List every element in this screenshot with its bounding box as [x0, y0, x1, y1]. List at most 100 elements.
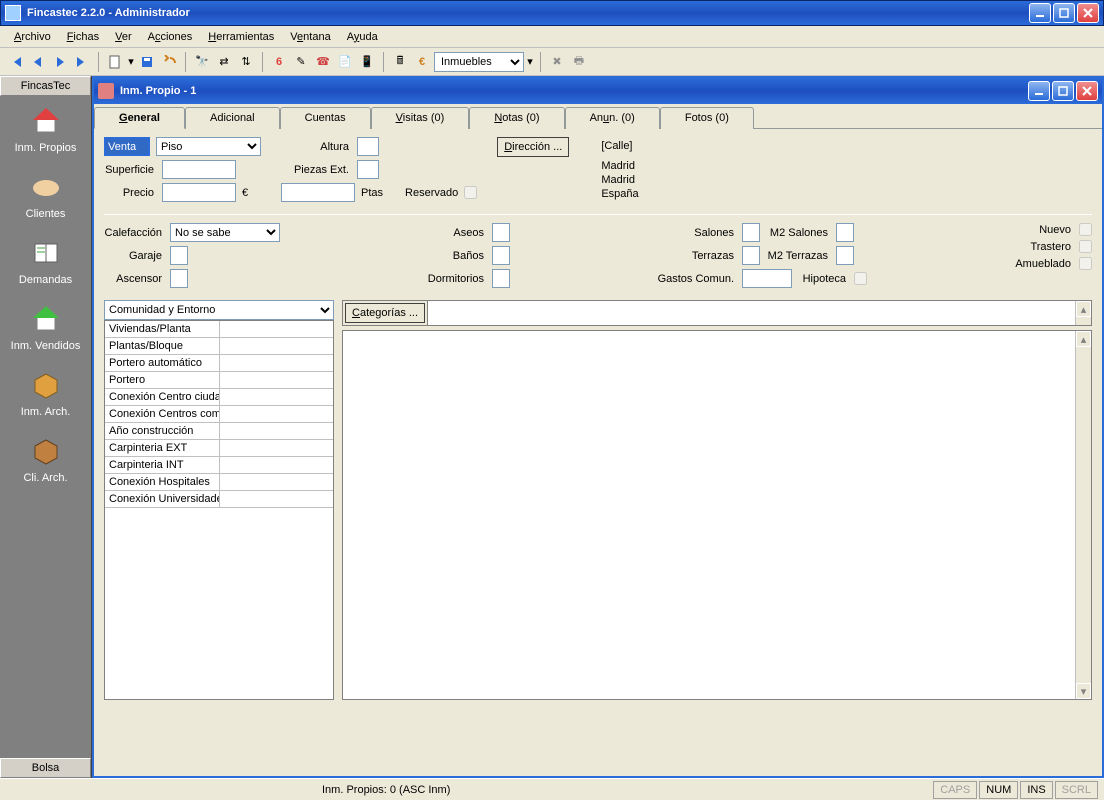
proplist-row[interactable]: Conexión Centro ciudad — [105, 389, 333, 406]
sidebar-item-inm-arch[interactable]: Inm. Arch. — [0, 360, 91, 426]
sidebar-item-cli-arch[interactable]: Cli. Arch. — [0, 426, 91, 492]
child-close-button[interactable] — [1076, 81, 1098, 101]
proplist-row[interactable]: Portero automático — [105, 355, 333, 372]
gastos-input[interactable] — [742, 269, 792, 288]
mdi-area: Inm. Propio - 1 General Adicional Cuenta… — [92, 76, 1104, 778]
sidebar-footer[interactable]: Bolsa — [0, 758, 91, 778]
sidebar-item-inm-vendidos[interactable]: Inm. Vendidos — [0, 294, 91, 360]
altura-label: Altura — [281, 141, 351, 153]
notes-scrollbar[interactable]: ▴ ▾ — [1075, 331, 1091, 699]
categorias-button[interactable]: Categorías ... — [345, 303, 425, 323]
phone-icon[interactable]: ☎ — [313, 52, 333, 72]
nav-last-icon[interactable] — [72, 52, 92, 72]
tab-cuentas[interactable]: Cuentas — [280, 107, 371, 129]
tab-fotos[interactable]: Fotos (0) — [660, 107, 754, 129]
amueblado-checkbox[interactable] — [1079, 257, 1092, 270]
reservado-checkbox[interactable] — [464, 186, 477, 199]
child-maximize-button[interactable] — [1052, 81, 1074, 101]
proplist-table[interactable]: Viviendas/PlantaPlantas/BloquePortero au… — [104, 320, 334, 700]
banos-input[interactable] — [492, 246, 510, 265]
cal-icon[interactable]: 6 — [269, 52, 289, 72]
sidebar-item-clientes[interactable]: Clientes — [0, 162, 91, 228]
menu-acciones[interactable]: Acciones — [140, 29, 201, 45]
menu-ayuda[interactable]: Ayuda — [339, 29, 386, 45]
menu-archivo[interactable]: Archivo — [6, 29, 59, 45]
binoculars-icon[interactable]: 🔭 — [192, 52, 212, 72]
proplist-row[interactable]: Carpinteria EXT — [105, 440, 333, 457]
precio-ptas-input[interactable] — [281, 183, 355, 202]
minimize-button[interactable] — [1029, 3, 1051, 23]
doc-icon[interactable]: 📄 — [335, 52, 355, 72]
save-icon[interactable] — [137, 52, 157, 72]
status-num: NUM — [979, 781, 1018, 799]
m2terrazas-input[interactable] — [836, 246, 854, 265]
proplist-row[interactable]: Año construcción — [105, 423, 333, 440]
trastero-checkbox[interactable] — [1079, 240, 1092, 253]
euro-icon[interactable]: € — [412, 52, 432, 72]
mobile-icon[interactable]: 📱 — [357, 52, 377, 72]
nav-first-icon[interactable] — [6, 52, 26, 72]
amueblado-label: Amueblado — [1013, 258, 1073, 270]
swap-icon[interactable]: ⇄ — [214, 52, 234, 72]
terrazas-input[interactable] — [742, 246, 760, 265]
salones-input[interactable] — [742, 223, 760, 242]
undo-icon[interactable] — [159, 52, 179, 72]
sort-icon[interactable]: ⇅ — [236, 52, 256, 72]
dormitorios-label: Dormitorios — [426, 273, 486, 285]
sidebar-header[interactable]: FincasTec — [0, 76, 91, 96]
tab-adicional[interactable]: Adicional — [185, 107, 280, 129]
close-button[interactable] — [1077, 3, 1099, 23]
direccion-button[interactable]: Dirección ... — [497, 137, 569, 157]
tab-visitas[interactable]: Visitas (0) — [371, 107, 470, 129]
notes-box[interactable]: ▴ ▾ — [342, 330, 1092, 700]
nuevo-checkbox[interactable] — [1079, 223, 1092, 236]
menu-ventana[interactable]: Ventana — [282, 29, 338, 45]
maximize-button[interactable] — [1053, 3, 1075, 23]
altura-input[interactable] — [357, 137, 379, 156]
proplist-row[interactable]: Viviendas/Planta — [105, 321, 333, 338]
new-icon[interactable] — [105, 52, 125, 72]
garaje-input[interactable] — [170, 246, 188, 265]
calc-icon[interactable]: 🖩 — [390, 52, 410, 72]
tabs: General Adicional Cuentas Visitas (0) No… — [94, 104, 1102, 128]
proplist-row[interactable]: Conexión Hospitales — [105, 474, 333, 491]
tab-notas[interactable]: Notas (0) — [469, 107, 564, 129]
proplist-row[interactable]: Conexión Universidades — [105, 491, 333, 508]
menu-herramientas[interactable]: Herramientas — [200, 29, 282, 45]
piezas-input[interactable] — [357, 160, 379, 179]
proplist-category-select[interactable]: Comunidad y Entorno — [104, 300, 334, 320]
ascensor-input[interactable] — [170, 269, 188, 288]
menu-ver[interactable]: Ver — [107, 29, 140, 45]
tipo-select[interactable]: Piso — [156, 137, 261, 156]
proplist-row[interactable]: Portero — [105, 372, 333, 389]
catbox-scrollbar[interactable]: ▴ — [1075, 301, 1091, 325]
tab-anun[interactable]: Anun. (0) — [565, 107, 660, 129]
print-icon[interactable]: 🖶 — [569, 52, 589, 72]
scroll-down-icon[interactable]: ▾ — [1076, 683, 1091, 699]
tab-general[interactable]: General — [94, 107, 185, 129]
toolbar-combo[interactable]: Inmuebles — [434, 52, 524, 72]
sidebar-item-demandas[interactable]: Demandas — [0, 228, 91, 294]
combo-dropdown-icon[interactable]: ▾ — [526, 52, 534, 72]
proplist-row[interactable]: Conexión Centros com — [105, 406, 333, 423]
new-dropdown-icon[interactable]: ▾ — [127, 52, 135, 72]
scroll-up-icon[interactable]: ▴ — [1076, 331, 1091, 347]
aseos-input[interactable] — [492, 223, 510, 242]
dormitorios-input[interactable] — [492, 269, 510, 288]
calefaccion-select[interactable]: No se sabe — [170, 223, 280, 242]
m2salones-input[interactable] — [836, 223, 854, 242]
nav-prev-icon[interactable] — [28, 52, 48, 72]
hipoteca-checkbox[interactable] — [854, 272, 867, 285]
precio-eur-input[interactable] — [162, 183, 236, 202]
proplist-row[interactable]: Plantas/Bloque — [105, 338, 333, 355]
edit-icon[interactable]: ✎ — [291, 52, 311, 72]
delete-icon[interactable]: ✖ — [547, 52, 567, 72]
superficie-input[interactable] — [162, 160, 236, 179]
menu-fichas[interactable]: Fichas — [59, 29, 107, 45]
proplist-row[interactable]: Carpinteria INT — [105, 457, 333, 474]
venta-input[interactable] — [104, 137, 150, 156]
sidebar-item-inm-propios[interactable]: Inm. Propios — [0, 96, 91, 162]
child-minimize-button[interactable] — [1028, 81, 1050, 101]
nav-next-icon[interactable] — [50, 52, 70, 72]
house-green-icon — [29, 302, 63, 336]
